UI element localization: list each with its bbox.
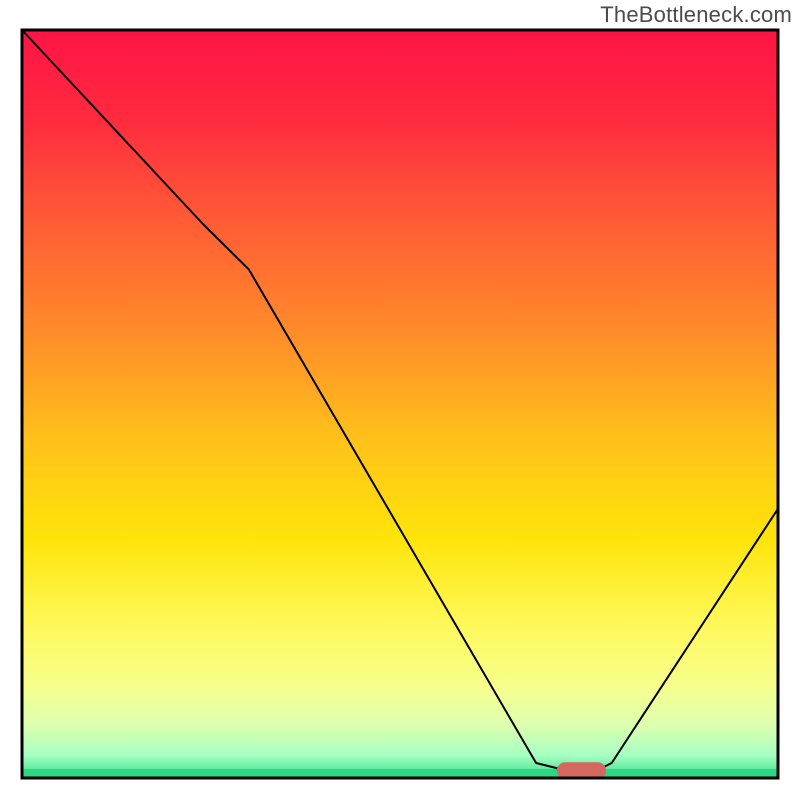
optimal-marker	[557, 762, 606, 779]
gradient-background	[22, 30, 778, 778]
watermark-text: TheBottleneck.com	[600, 2, 792, 28]
bottleneck-chart	[0, 0, 800, 800]
chart-frame: TheBottleneck.com	[0, 0, 800, 800]
